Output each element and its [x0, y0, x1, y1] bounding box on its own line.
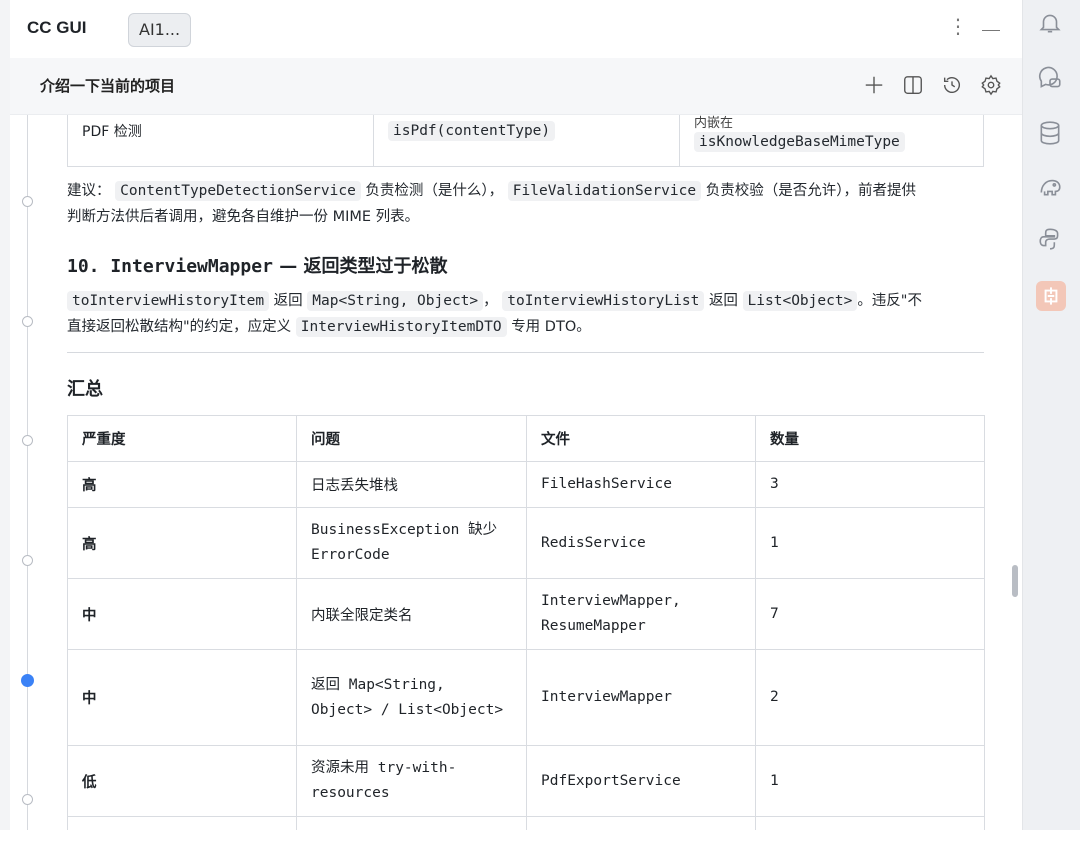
title-bar: CC GUI AI1... ⋮ — [10, 0, 1022, 58]
scrollbar-thumb[interactable] — [1012, 565, 1018, 597]
timeline-dot[interactable] — [22, 555, 33, 566]
timeline-dot[interactable] — [22, 794, 33, 805]
divider — [67, 352, 984, 353]
advice-text-line2: 判断方法供后者调用，避免各自维护一份 MIME 列表。 — [67, 209, 420, 225]
timeline-dot-active[interactable] — [21, 674, 34, 687]
inline-code: isPdf(contentType) — [388, 121, 556, 141]
plus-icon[interactable] — [863, 74, 887, 98]
para-text: 。违反"不 — [857, 293, 922, 309]
summary-heading: 汇总 — [67, 379, 103, 400]
minimize-icon[interactable] — [982, 30, 1000, 31]
advice-text: 负责校验（是否允许），前者提供 — [705, 183, 916, 199]
inline-code: List<Object> — [742, 291, 858, 311]
timeline-line — [27, 115, 28, 830]
para-text: 专用 DTO。 — [511, 319, 591, 335]
split-view-icon[interactable] — [902, 74, 926, 98]
severity-cell: 中 — [67, 649, 297, 746]
issue-cell: 日志丢失堆栈 — [296, 461, 527, 508]
file-cell: InterviewMapper — [526, 649, 756, 746]
inline-code: InterviewHistoryItemDTO — [295, 317, 507, 337]
table-cell: PDF 检测 — [67, 115, 374, 167]
session-header: 介绍一下当前的项目 — [10, 58, 1022, 115]
inline-code: Map<String, Object> — [307, 291, 484, 311]
table-cell — [67, 816, 297, 830]
table-cell: 内嵌在 isKnowledgeBaseMimeType — [679, 115, 984, 167]
plugin-icon[interactable] — [1036, 281, 1066, 311]
inline-code: ContentTypeDetectionService — [115, 181, 361, 201]
advice-paragraph: 建议： ContentTypeDetectionService 负责检测（是什么… — [67, 178, 987, 230]
database-icon[interactable] — [1037, 120, 1065, 148]
heading-text: — 返回类型过于松散 — [279, 256, 448, 277]
message-content: PDF 检测 isPdf(contentType) 内嵌在 isKnowledg… — [10, 115, 1022, 830]
column-header: 文件 — [526, 415, 756, 462]
app-title: CC GUI — [27, 18, 87, 37]
table-row: 中 内联全限定类名 InterviewMapper, ResumeMapper … — [67, 578, 985, 650]
count-cell: 7 — [755, 578, 985, 650]
chat-bubbles-icon[interactable] — [1037, 66, 1065, 94]
issue-cell: BusinessException 缺少 ErrorCode — [296, 507, 527, 579]
file-cell: PdfExportService — [526, 745, 756, 817]
column-header: 严重度 — [67, 415, 297, 462]
elephant-icon[interactable] — [1037, 173, 1065, 201]
more-options-icon[interactable]: ⋮ — [948, 14, 968, 38]
table-row — [67, 816, 985, 830]
gear-icon[interactable] — [980, 74, 1004, 98]
file-cell: InterviewMapper, ResumeMapper — [526, 578, 756, 650]
column-header: 问题 — [296, 415, 527, 462]
severity-cell: 中 — [67, 578, 297, 650]
table-cell — [296, 816, 527, 830]
timeline-dot[interactable] — [22, 435, 33, 446]
timeline-dot[interactable] — [22, 316, 33, 327]
severity-cell: 低 — [67, 745, 297, 817]
count-cell: 3 — [755, 461, 985, 508]
summary-table: 严重度 问题 文件 数量 高 日志丢失堆栈 FileHashService 3 … — [67, 415, 985, 830]
section-paragraph: toInterviewHistoryItem 返回 Map<String, Ob… — [67, 288, 987, 340]
left-gutter — [0, 0, 10, 847]
advice-lead: 建议： — [67, 183, 111, 199]
issue-cell: 返回 Map<String, Object> / List<Object> — [296, 649, 527, 746]
table-header-row: 严重度 问题 文件 数量 — [67, 415, 985, 462]
right-tool-bar — [1022, 0, 1080, 830]
para-text: 返回 — [273, 293, 303, 309]
inline-code: FileValidationService — [507, 181, 702, 201]
table-cell — [755, 816, 985, 830]
python-icon[interactable] — [1037, 226, 1065, 254]
issue-cell: 资源未用 try-with-resources — [296, 745, 527, 817]
severity-cell: 高 — [67, 507, 297, 579]
timeline-dot[interactable] — [22, 196, 33, 207]
para-text: 返回 — [708, 293, 738, 309]
section-heading: 10. InterviewMapper — 返回类型过于松散 — [67, 252, 447, 278]
session-tab[interactable]: AI1... — [128, 13, 192, 47]
inline-code: toInterviewHistoryList — [502, 291, 705, 311]
count-cell: 2 — [755, 649, 985, 746]
inline-code: toInterviewHistoryItem — [67, 291, 270, 311]
table-row: 低 资源未用 try-with-resources PdfExportServi… — [67, 745, 985, 817]
history-icon[interactable] — [941, 74, 965, 98]
table-cell — [526, 816, 756, 830]
file-cell: FileHashService — [526, 461, 756, 508]
table-cell: isPdf(contentType) — [373, 115, 680, 167]
heading-code: 10. InterviewMapper — [67, 256, 273, 277]
para-text: ， — [483, 293, 498, 309]
table-row: 中 返回 Map<String, Object> / List<Object> … — [67, 649, 985, 746]
session-title: 介绍一下当前的项目 — [40, 77, 176, 95]
table-row: PDF 检测 isPdf(contentType) 内嵌在 isKnowledg… — [67, 115, 984, 167]
severity-cell: 高 — [67, 461, 297, 508]
count-cell: 1 — [755, 745, 985, 817]
advice-text: 负责检测（是什么）， — [365, 183, 504, 199]
bottom-strip — [0, 830, 1080, 847]
inline-code: isKnowledgeBaseMimeType — [694, 132, 905, 152]
table-row: 高 日志丢失堆栈 FileHashService 3 — [67, 461, 985, 508]
count-cell: 1 — [755, 507, 985, 579]
issue-cell: 内联全限定类名 — [296, 578, 527, 650]
column-header: 数量 — [755, 415, 985, 462]
para-text: 直接返回松散结构"的约定，应定义 — [67, 319, 292, 335]
detection-table: PDF 检测 isPdf(contentType) 内嵌在 isKnowledg… — [67, 115, 984, 167]
file-cell: RedisService — [526, 507, 756, 579]
table-row: 高 BusinessException 缺少 ErrorCode RedisSe… — [67, 507, 985, 579]
bell-icon[interactable] — [1037, 10, 1065, 38]
